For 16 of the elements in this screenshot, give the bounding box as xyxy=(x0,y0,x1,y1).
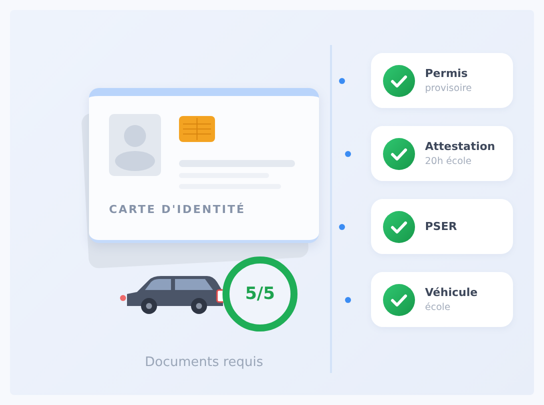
timeline-dot xyxy=(339,224,345,230)
caption: Documents requis xyxy=(144,355,264,370)
document-subtitle: provisoire xyxy=(425,83,472,94)
card-label: CARTE D'IDENTITÉ xyxy=(109,203,246,216)
document-subtitle: 20h école xyxy=(425,156,472,167)
timeline-dot xyxy=(345,150,351,156)
person-icon xyxy=(109,114,161,176)
chip-icon xyxy=(179,116,215,142)
document-title: PSER xyxy=(425,220,457,233)
document-subtitle: école xyxy=(425,302,452,313)
document-title: Véhicule xyxy=(425,286,478,299)
document-title: Permis xyxy=(425,67,469,80)
timeline-dot xyxy=(339,78,345,84)
progress-reading: 5/5 xyxy=(245,284,275,304)
timeline-dot xyxy=(345,296,351,302)
document-title: Attestation xyxy=(425,140,496,153)
